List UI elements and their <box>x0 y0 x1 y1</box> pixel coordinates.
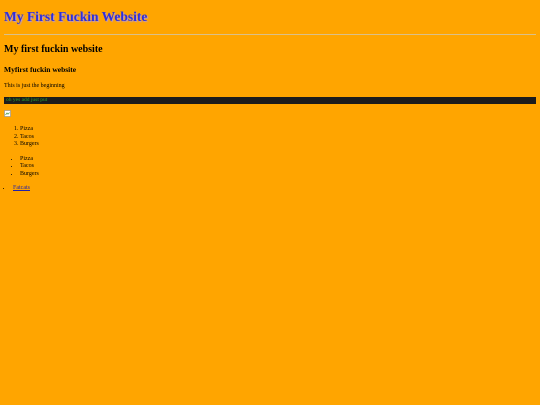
page: My First Fuckin Website My first fuckin … <box>0 0 540 193</box>
list-item: Tacos <box>20 134 536 142</box>
fatcats-link[interactable]: Fatcats <box>13 185 30 191</box>
broken-image-icon <box>4 110 11 117</box>
intro-text: This is just the beginning <box>4 83 65 89</box>
page-heading: My first fuckin website <box>4 44 103 55</box>
list-item: Burgers <box>20 141 536 149</box>
dark-banner: oh yes add just put <box>4 97 536 104</box>
sub-heading: Myfirst fuckin website <box>4 65 77 74</box>
link-list-item: Fatcats <box>12 185 536 193</box>
list-item: Burgers <box>20 171 536 179</box>
site-title: My First Fuckin Website <box>4 9 148 24</box>
bulleted-food-list: Pizza Tacos Burgers <box>4 156 536 179</box>
list-item: Pizza <box>20 126 536 134</box>
list-item: Pizza <box>20 156 536 164</box>
list-item: Tacos <box>20 163 536 171</box>
divider <box>4 34 536 35</box>
ordered-food-list: Pizza Tacos Burgers <box>4 126 536 149</box>
link-list: Fatcats <box>4 185 536 193</box>
